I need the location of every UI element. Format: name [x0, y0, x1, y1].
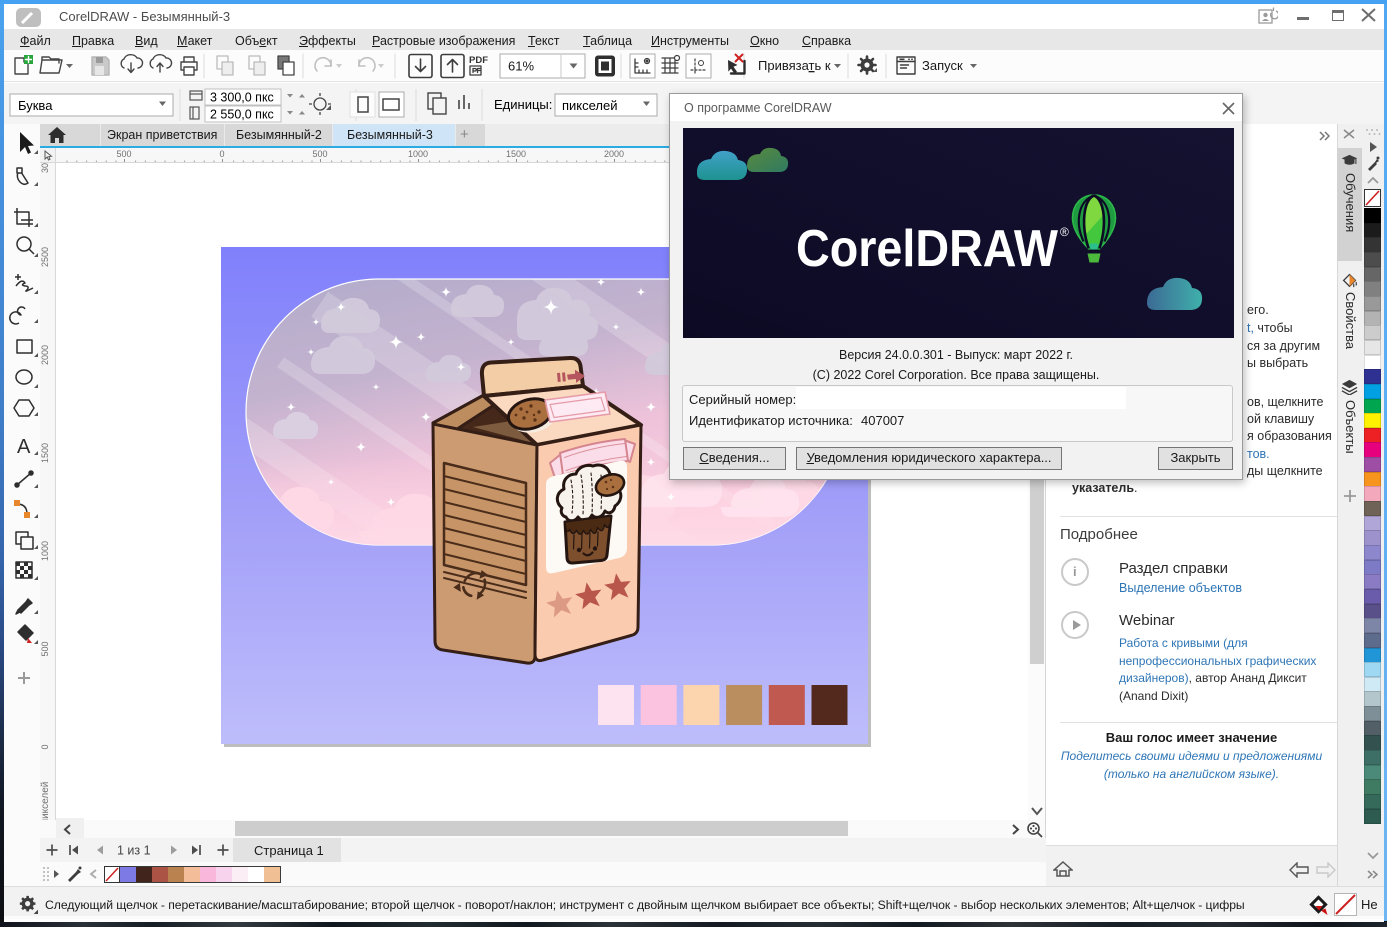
svg-text:0: 0 [219, 149, 224, 159]
svg-text:1000: 1000 [408, 149, 428, 159]
svg-text:2000: 2000 [40, 345, 50, 365]
svg-text:пикселей: пикселей [40, 782, 51, 820]
svg-text:500: 500 [40, 641, 50, 656]
svg-text:2 550,0 пкс: 2 550,0 пкс [210, 108, 274, 122]
svg-text:2000: 2000 [604, 149, 624, 159]
svg-text:Буква: Буква [18, 98, 53, 113]
svg-text:61%: 61% [508, 59, 534, 74]
svg-text:3000: 3000 [40, 163, 50, 173]
svg-text:500: 500 [312, 149, 327, 159]
svg-text:A: A [17, 436, 31, 458]
svg-text:CorelDRAW: CorelDRAW [796, 220, 1059, 278]
svg-text:0: 0 [40, 744, 50, 749]
svg-text:Запуск: Запуск [922, 58, 963, 73]
svg-text:2500: 2500 [40, 247, 50, 267]
svg-text:пикселей: пикселей [562, 98, 618, 113]
svg-text:1500: 1500 [506, 149, 526, 159]
svg-text:3 300,0 пкс: 3 300,0 пкс [210, 91, 274, 105]
svg-text:PDF: PDF [469, 55, 488, 66]
svg-text:Привязать к: Привязать к [758, 58, 831, 73]
svg-text:1000: 1000 [40, 541, 50, 561]
svg-text:1 из 1: 1 из 1 [117, 844, 151, 858]
svg-text:500: 500 [116, 149, 131, 159]
svg-text:1500: 1500 [40, 443, 50, 463]
svg-text:Единицы:: Единицы: [494, 97, 552, 112]
svg-text:®: ® [1060, 225, 1069, 239]
